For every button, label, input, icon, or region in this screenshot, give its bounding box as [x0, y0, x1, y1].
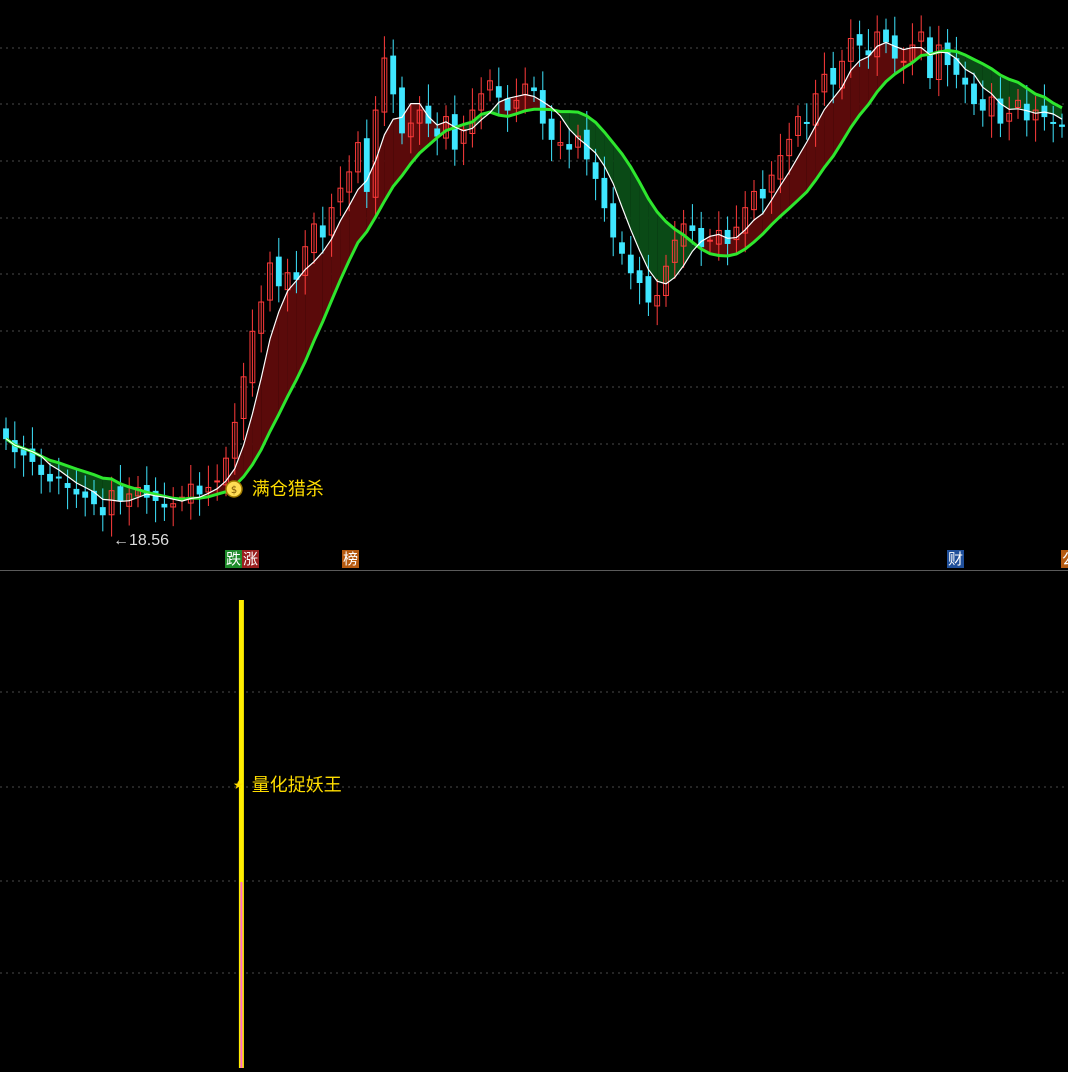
candle-body	[610, 203, 617, 238]
indicator-signal-bar-core	[240, 882, 243, 1068]
candle-body	[548, 118, 555, 140]
event-tag-rise[interactable]: 涨	[242, 550, 260, 568]
candle-body	[900, 60, 907, 63]
candle-body	[962, 77, 969, 85]
candle-body	[627, 254, 634, 274]
candle-body	[927, 37, 933, 79]
candle-body	[803, 121, 810, 124]
candle-body	[883, 29, 889, 43]
candle-body	[979, 99, 986, 111]
candle-body	[997, 98, 1004, 124]
ma-band-segment	[270, 311, 279, 432]
event-tag-announcement[interactable]: 公	[1061, 550, 1068, 568]
stock-chart: $ 满仓猎杀 ←18.56 跌 涨 榜 财 公 ★ 量化捉妖王	[0, 0, 1068, 1068]
candle-body	[214, 480, 221, 483]
candle-body	[645, 276, 652, 303]
buy-signal-label: $ 满仓猎杀	[224, 478, 324, 499]
ma-band-segment	[710, 234, 719, 256]
candle-body	[451, 114, 458, 150]
candle-body	[64, 483, 71, 488]
candle-body	[82, 491, 89, 498]
event-tag-fall[interactable]: 跌	[225, 550, 243, 568]
svg-text:$: $	[231, 485, 237, 496]
ma-band-segment	[666, 221, 675, 284]
event-tag-list[interactable]: 榜	[342, 550, 360, 568]
money-bag-icon: $	[224, 479, 246, 500]
candle-body	[495, 86, 502, 98]
candle-body	[707, 239, 713, 242]
candle-body	[592, 162, 599, 179]
indicator-name-label: ★ 量化捉妖王	[233, 777, 342, 795]
candle-body	[3, 428, 9, 440]
candle-body	[689, 225, 696, 231]
candle-body	[504, 98, 511, 111]
candle-body	[539, 90, 546, 124]
candle-body	[1050, 121, 1057, 124]
candle-body	[399, 87, 405, 134]
candle-body	[531, 87, 537, 92]
candle-body	[73, 488, 80, 495]
low-price-label: ←18.56	[113, 532, 170, 549]
ma-band-segment	[657, 211, 666, 284]
candle-body	[38, 464, 45, 475]
candle-body	[363, 138, 370, 192]
ma-fast-line	[5, 41, 1063, 503]
candle-body	[1023, 103, 1030, 121]
candle-body	[636, 270, 643, 284]
candle-body	[161, 503, 168, 508]
candle-body	[759, 188, 766, 199]
buy-signal-text: 满仓猎杀	[251, 479, 324, 500]
candle-body	[47, 473, 53, 482]
candle-body	[856, 34, 863, 46]
candle-body	[196, 485, 203, 495]
candle-body	[99, 507, 106, 516]
event-tag-finance[interactable]: 财	[947, 550, 965, 568]
candle-body	[971, 83, 977, 105]
candle-body	[830, 67, 837, 85]
candle-body	[55, 476, 62, 479]
candle-body	[319, 225, 326, 238]
candle-body	[566, 144, 573, 150]
candle-body	[601, 177, 608, 209]
ma-band-segment	[674, 229, 684, 278]
candle-body	[619, 242, 625, 254]
candle-body	[117, 486, 124, 501]
candle-body	[390, 55, 397, 95]
ma-band-segment	[102, 478, 112, 501]
candle-body	[1059, 124, 1065, 127]
star-icon: ★	[233, 778, 244, 792]
indicator-name-text: 量化捉妖王	[251, 775, 342, 796]
candle-body	[275, 256, 282, 287]
ma-band-segment	[1009, 79, 1018, 110]
ma-slow-line	[5, 48, 1063, 501]
